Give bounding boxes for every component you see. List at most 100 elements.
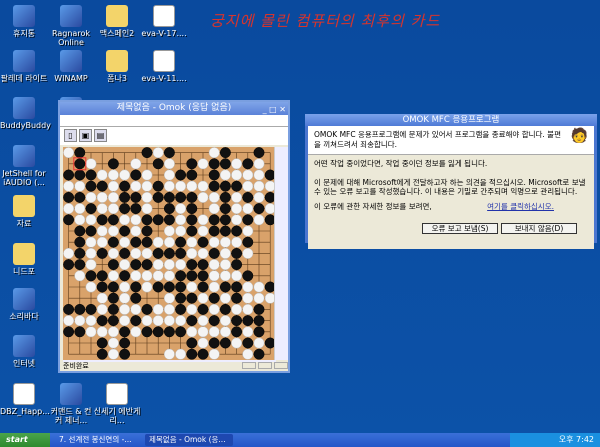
white-stone (175, 225, 187, 237)
black-stone (74, 303, 86, 315)
black-stone (74, 259, 86, 271)
white-stone (253, 337, 265, 349)
omok-board[interactable] (63, 147, 276, 360)
white-stone (141, 247, 153, 259)
white-stone (163, 315, 175, 327)
window-controls[interactable]: _ □ ✕ (263, 103, 286, 116)
black-stone (107, 281, 119, 293)
black-stone (242, 337, 254, 349)
black-stone (74, 225, 86, 237)
desktop-icon[interactable]: eva-V-17.... (140, 5, 188, 38)
desktop-icon[interactable]: 니드포 (0, 243, 48, 276)
white-stone (130, 270, 142, 282)
white-stone (197, 247, 209, 259)
white-stone (163, 292, 175, 304)
black-stone (74, 147, 86, 159)
file-icon (153, 5, 175, 27)
white-stone (208, 281, 220, 293)
white-stone (197, 180, 209, 192)
white-stone (141, 270, 153, 282)
white-stone (231, 191, 243, 203)
desktop-icon[interactable]: 폼나3 (93, 50, 141, 83)
desktop-icon[interactable]: DBZ_Happ... (0, 383, 50, 416)
black-stone (242, 315, 254, 327)
white-stone (208, 270, 220, 282)
white-stone (219, 315, 231, 327)
desktop-icon[interactable]: 팔레데 라이트 (0, 50, 48, 83)
black-stone (231, 292, 243, 304)
desktop-icon[interactable]: WINAMP (47, 50, 95, 83)
white-stone (85, 247, 97, 259)
desktop-icon[interactable]: 맥스페인2 (93, 5, 141, 38)
white-stone (141, 281, 153, 293)
black-stone (163, 281, 175, 293)
desktop-icon[interactable]: 인터넷 (0, 335, 48, 368)
desktop-icon[interactable]: 소리바다 (0, 288, 48, 321)
white-stone (130, 214, 142, 226)
paste-icon[interactable]: ▤ (94, 129, 107, 142)
white-stone (107, 337, 119, 349)
desktop-icon[interactable]: 자료 (0, 195, 48, 228)
white-stone (74, 203, 86, 215)
white-stone (197, 315, 209, 327)
black-stone (175, 326, 187, 338)
white-stone (163, 270, 175, 282)
details-link[interactable]: 여기를 클릭하십시오. (487, 202, 554, 211)
desktop-icon[interactable]: Ragnarok Online (47, 5, 95, 47)
white-stone (242, 292, 254, 304)
black-stone (186, 158, 198, 170)
new-icon[interactable]: ▯ (64, 129, 77, 142)
start-button[interactable]: start (0, 433, 50, 447)
black-stone (175, 281, 187, 293)
white-stone (186, 303, 198, 315)
black-stone (197, 236, 209, 248)
desktop-icon[interactable]: eva-V-11.... (140, 50, 188, 83)
white-stone (163, 303, 175, 315)
omok-title-bar[interactable]: 제목없음 - Omok (응답 없음) _ □ ✕ (60, 102, 288, 115)
black-stone (141, 326, 153, 338)
desktop-icon[interactable]: JetShell for iAUDIO (... (0, 145, 48, 187)
send-report-button[interactable]: 오류 보고 보냄(S) (422, 223, 498, 234)
white-stone (197, 158, 209, 170)
black-stone (85, 270, 97, 282)
white-stone (253, 180, 265, 192)
black-stone (186, 225, 198, 237)
white-stone (163, 158, 175, 170)
dont-send-button[interactable]: 보내지 않음(D) (501, 223, 577, 234)
dialog-header-text: OMOK MFC 응용프로그램에 문제가 있어서 프로그램을 종료해야 합니다.… (314, 130, 561, 149)
taskbar-item[interactable]: 7. 선계전 봉신연의 -... (55, 434, 147, 446)
white-stone (141, 315, 153, 327)
black-stone (130, 281, 142, 293)
status-bar: 준비완료 (60, 362, 288, 371)
white-stone (74, 214, 86, 226)
black-stone (163, 191, 175, 203)
white-stone (119, 236, 131, 248)
desktop-icon-label: DBZ_Happ... (0, 407, 50, 416)
copy-icon[interactable]: ▣ (79, 129, 92, 142)
white-stone (130, 225, 142, 237)
white-stone (242, 180, 254, 192)
black-stone (175, 247, 187, 259)
black-stone (253, 147, 265, 159)
folder-icon (106, 50, 128, 72)
black-stone (219, 303, 231, 315)
desktop-icon-label: JetShell for iAUDIO (... (2, 169, 46, 187)
vertical-scrollbar[interactable] (274, 147, 288, 360)
white-stone (119, 281, 131, 293)
desktop-icon[interactable]: 커맨드 & 컨커 제너... (47, 383, 95, 425)
desktop-icon[interactable]: BuddyBuddy (0, 97, 51, 130)
black-stone (74, 158, 86, 170)
desktop-icon[interactable]: 신세기 에반게리... (93, 383, 141, 425)
desktop-icon[interactable]: 휴지통 (0, 5, 48, 38)
white-stone (63, 203, 75, 215)
black-stone (119, 326, 131, 338)
black-stone (96, 337, 108, 349)
black-stone (231, 315, 243, 327)
white-stone (242, 169, 254, 181)
white-stone (107, 247, 119, 259)
taskbar-item-active[interactable]: 제목없음 - Omok (응... (145, 434, 233, 446)
white-stone (130, 180, 142, 192)
black-stone (152, 191, 164, 203)
black-stone (231, 225, 243, 237)
white-stone (119, 214, 131, 226)
